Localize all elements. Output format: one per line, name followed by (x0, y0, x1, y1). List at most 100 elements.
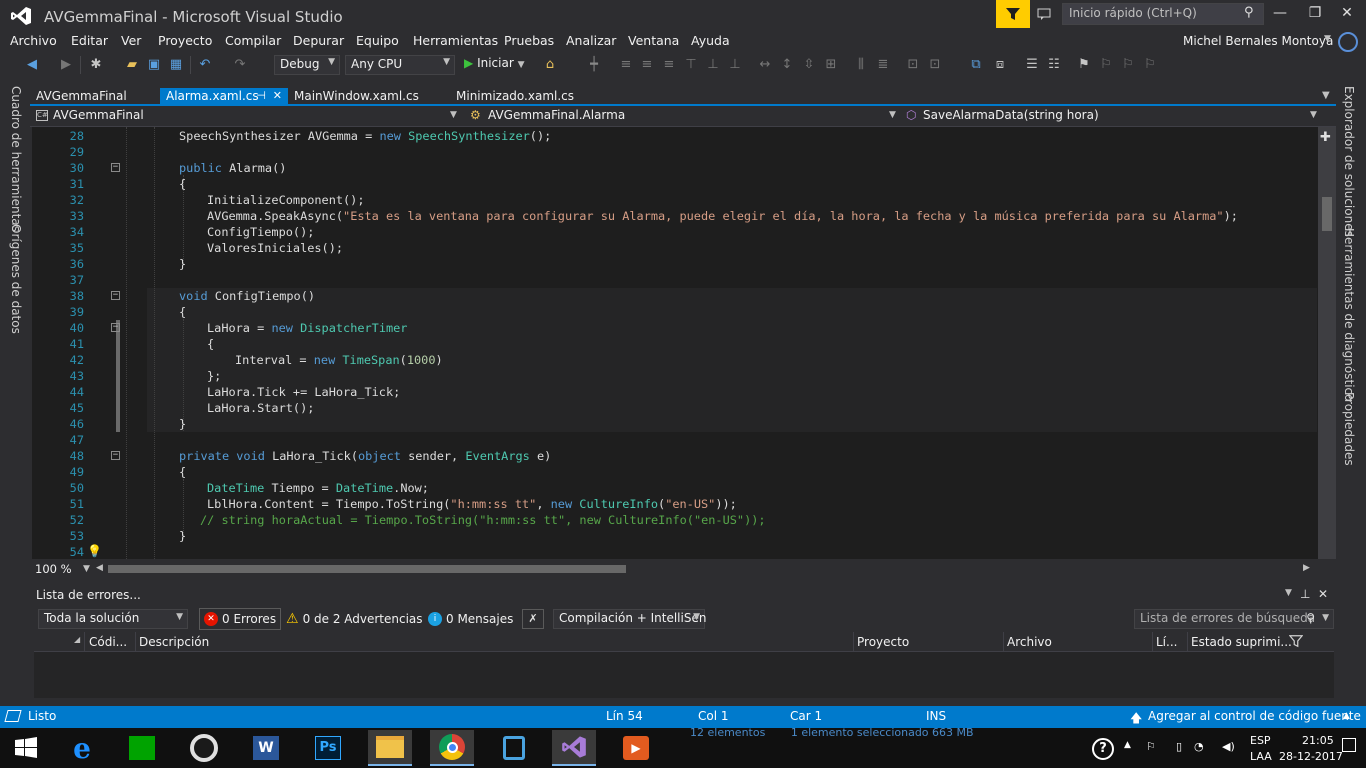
column-code[interactable]: Códi... (89, 635, 127, 649)
warnings-filter-button[interactable]: ⚠ 0 de 2 Advertencias (282, 608, 427, 630)
menu-proyecto[interactable]: Proyecto (158, 33, 212, 48)
close-icon[interactable]: ✕ (273, 89, 282, 102)
split-editor-icon[interactable]: ✚ (1320, 130, 1331, 145)
make-same-width-icon[interactable]: ↔ (757, 57, 773, 73)
error-scope-select[interactable]: Toda la solución ▼ (38, 609, 188, 629)
column-line[interactable]: Lí... (1156, 635, 1177, 649)
taskbar-photoshop[interactable]: Ps (306, 730, 350, 766)
diagnostic-tools-tab[interactable]: Herramientas de diagnóstico (1342, 228, 1356, 401)
code-line[interactable]: 44 LaHora.Tick += LaHora_Tick; (32, 384, 1318, 400)
code-line[interactable]: 53} (32, 528, 1318, 544)
comment-lines-icon[interactable]: ☰ (1024, 57, 1040, 73)
tab-minimizado-xaml-cs[interactable]: Minimizado.xaml.cs (450, 88, 580, 106)
column-description[interactable]: Descripción (139, 635, 209, 649)
tab-mainwindow-xaml-cs[interactable]: MainWindow.xaml.cs (288, 88, 425, 106)
save-all-icon[interactable]: ▦ (168, 57, 184, 73)
column-project[interactable]: Proyecto (857, 635, 909, 649)
error-search-input[interactable]: Lista de errores de búsqueda ⚲ ▼ (1134, 609, 1334, 629)
menu-ayuda[interactable]: Ayuda (691, 33, 730, 48)
make-same-height-icon[interactable]: ↕ (779, 57, 795, 73)
chevron-down-icon[interactable]: ▼ (889, 110, 896, 120)
menu-equipo[interactable]: Equipo (356, 33, 399, 48)
taskbar-store[interactable] (120, 730, 164, 766)
menu-ver[interactable]: Ver (121, 33, 141, 48)
scroll-left-icon[interactable]: ◀ (96, 563, 103, 573)
code-line[interactable]: 40 − LaHora = new DispatcherTimer (32, 320, 1318, 336)
start-debugging-button[interactable]: ▶ Iniciar ▼ (464, 56, 525, 70)
next-bookmark-icon[interactable]: ⚐ (1120, 57, 1136, 73)
code-line[interactable]: 36} (32, 256, 1318, 272)
forward-icon[interactable]: ▶ (58, 57, 74, 73)
code-line[interactable]: 41 { (32, 336, 1318, 352)
align-left-icon[interactable]: ≡ (618, 57, 634, 73)
align-center-icon[interactable]: ≡ (639, 57, 655, 73)
filter-icon[interactable] (1288, 634, 1304, 651)
collapse-toggle-icon[interactable]: − (111, 163, 120, 172)
chevron-down-icon[interactable]: ▼ (1310, 110, 1317, 120)
taskbar-edge[interactable]: e (60, 730, 104, 766)
wifi-icon[interactable]: ◔ (1194, 740, 1204, 753)
pin-icon[interactable]: ⊣ (256, 89, 266, 102)
column-file[interactable]: Archivo (1007, 635, 1052, 649)
action-center-icon[interactable] (1342, 738, 1356, 752)
code-line[interactable]: 54 (32, 544, 1318, 559)
browser-link-icon[interactable]: ⌂ (542, 57, 558, 73)
code-line[interactable]: 43}; (32, 368, 1318, 384)
project-combo[interactable]: AVGemmaFinal (53, 108, 144, 125)
code-line[interactable]: 47 (32, 432, 1318, 448)
code-line[interactable]: 46} (32, 416, 1318, 432)
bring-to-front-icon[interactable]: ⧉ (968, 57, 984, 73)
taskbar-word[interactable]: W (244, 730, 288, 766)
zoom-level-select[interactable]: 100 % (35, 562, 72, 576)
horizontal-scrollbar-thumb[interactable] (108, 565, 626, 573)
clear-filter-icon[interactable]: ✗ (522, 609, 544, 629)
back-icon[interactable]: ◀ (24, 57, 40, 73)
code-line[interactable]: 33 AVGemma.SpeakAsync("Esta es la ventana… (32, 208, 1318, 224)
vertical-spacing-icon[interactable]: ≣ (875, 57, 891, 73)
code-line[interactable]: 51 LblHora.Content = Tiempo.ToString("h:m… (32, 496, 1318, 512)
tab-alarma-xaml-cs[interactable]: Alarma.xaml.cs ⊣ ✕ (160, 88, 288, 106)
class-combo[interactable]: AVGemmaFinal.Alarma (488, 108, 625, 125)
lightbulb-icon[interactable]: 💡 (87, 544, 102, 558)
close-button[interactable]: ✕ (1337, 5, 1357, 23)
chevron-down-icon[interactable]: ▼ (450, 110, 457, 120)
tab-overflow-icon[interactable]: ▼ (1322, 90, 1330, 101)
feedback-icon[interactable] (1036, 6, 1052, 22)
collapse-toggle-icon[interactable]: − (111, 323, 120, 332)
clear-bookmarks-icon[interactable]: ⚐ (1142, 57, 1158, 73)
taskbar-chrome[interactable] (430, 730, 474, 766)
align-bottom-icon[interactable]: ⊥ (727, 57, 743, 73)
save-icon[interactable]: ▣ (146, 57, 162, 73)
chevron-down-icon[interactable]: ▼ (83, 564, 90, 574)
menu-compilar[interactable]: Compilar (225, 33, 281, 48)
code-line[interactable]: 49 { (32, 464, 1318, 480)
code-line[interactable]: 37 (32, 272, 1318, 288)
help-icon[interactable]: ? (1092, 738, 1114, 760)
chevron-down-icon[interactable]: ▼ (1285, 588, 1292, 598)
start-button[interactable] (4, 730, 48, 766)
code-line[interactable]: 29 (32, 144, 1318, 160)
taskbar-blend[interactable] (492, 730, 536, 766)
prev-bookmark-icon[interactable]: ⚐ (1098, 57, 1114, 73)
menu-editar[interactable]: Editar (71, 33, 108, 48)
code-line[interactable]: 50 DateTime Tiempo = DateTime.Now; (32, 480, 1318, 496)
collapse-toggle-icon[interactable]: − (111, 451, 120, 460)
chevron-up-icon[interactable]: ▲ (1343, 711, 1350, 721)
open-folder-icon[interactable]: ▰ (124, 57, 140, 73)
account-name[interactable]: Michel Bernales Montoya (1183, 34, 1333, 48)
horizontal-spacing-icon[interactable]: ⫼ (853, 57, 869, 73)
taskbar-visual-studio[interactable] (552, 730, 596, 766)
add-to-source-control-button[interactable]: Agregar al control de código fuente (1148, 709, 1361, 723)
code-line[interactable]: 34 ConfigTiempo(); (32, 224, 1318, 240)
center-vertically-icon[interactable]: ⊡ (927, 57, 943, 73)
data-sources-tab[interactable]: Orígenes de datos (9, 224, 23, 334)
messages-filter-button[interactable]: i 0 Mensajes (424, 608, 517, 630)
size-to-grid-icon[interactable]: ⊞ (823, 57, 839, 73)
collapse-toggle-icon[interactable]: − (111, 291, 120, 300)
build-intellisense-select[interactable]: Compilación + IntelliSen ▼ (553, 609, 706, 629)
code-line[interactable]: 39 { (32, 304, 1318, 320)
code-line[interactable]: 45 LaHora.Start(); (32, 400, 1318, 416)
minimize-button[interactable]: — (1270, 5, 1290, 23)
quick-launch-input[interactable]: Inicio rápido (Ctrl+Q) (1062, 3, 1264, 25)
chevron-down-icon[interactable]: ▼ (1324, 34, 1331, 44)
